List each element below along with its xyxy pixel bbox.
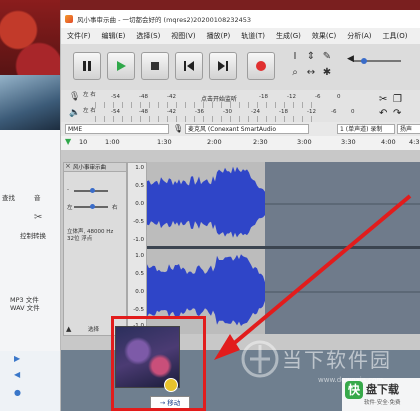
logo-mark-icon: 快: [345, 381, 363, 399]
annotation-arrow-icon: [214, 194, 412, 360]
logo-name: 盘下载: [366, 383, 399, 396]
site-logo: 快 盘下载 软件·安全·免费: [342, 378, 420, 411]
logo-slogan: 软件·安全·免费: [364, 400, 401, 406]
